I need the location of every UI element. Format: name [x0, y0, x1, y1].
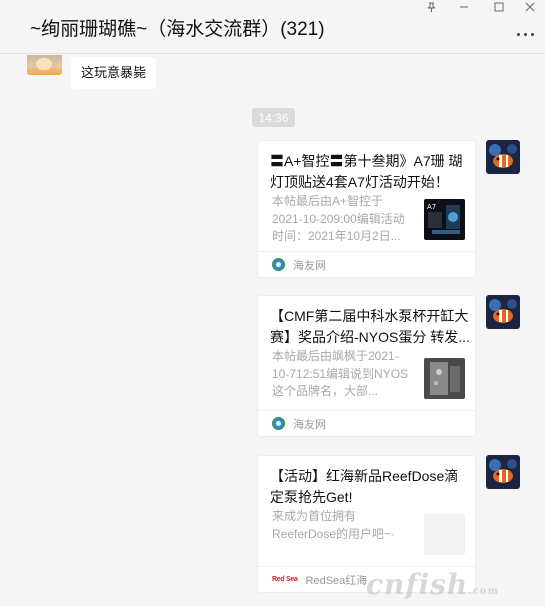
self-avatar[interactable] — [486, 140, 520, 174]
sender-avatar[interactable] — [27, 55, 62, 75]
link-card[interactable]: 〓A+智控〓第十叁期》A7珊 瑚灯顶贴送4套A7灯活动开始！ 本帖最后由A+智控… — [257, 140, 476, 278]
card-title: 【CMF第二届中科水泵杯开缸大赛】奖品介绍-NYOS蛋分 转发... — [270, 308, 470, 345]
pin-icon[interactable] — [416, 0, 446, 14]
redsea-logo-icon: Red Sea — [272, 576, 298, 583]
message-bubble[interactable]: 这玩意暴毙 — [71, 57, 157, 89]
haiyouwang-logo-icon — [272, 417, 285, 430]
more-options-icon[interactable] — [513, 24, 537, 44]
card-source: 海友网 — [258, 410, 475, 436]
haiyouwang-logo-icon — [272, 258, 285, 271]
source-name: RedSea红海 — [305, 574, 368, 587]
source-name: 海友网 — [293, 418, 326, 431]
self-avatar[interactable] — [486, 455, 520, 489]
card-description: 本帖最后由A+智控于2021-10-209:00编辑活动时间：2021年10月2… — [272, 194, 405, 243]
maximize-icon[interactable] — [484, 0, 514, 14]
card-title: 【活动】红海新品ReefDose滴定泵抢先Get! — [270, 468, 459, 505]
watermark: cnfish.com — [366, 568, 500, 601]
chat-messages[interactable]: 这玩意暴毙 14:36 〓A+智控〓第十叁期》A7珊 瑚灯顶贴送4套A7灯活动开… — [0, 55, 545, 606]
minimize-icon[interactable] — [449, 0, 479, 14]
card-source: 海友网 — [258, 251, 475, 277]
card-thumbnail — [424, 514, 465, 555]
card-description: 本帖最后由飒枫于2021-10-712:51编辑说到NYOS这个品牌名，大部..… — [272, 349, 409, 398]
chat-title: ~绚丽珊瑚礁~（海水交流群）(321) — [30, 19, 325, 40]
link-card[interactable]: 【CMF第二届中科水泵杯开缸大赛】奖品介绍-NYOS蛋分 转发... 本帖最后由… — [257, 295, 476, 437]
card-title: 〓A+智控〓第十叁期》A7珊 瑚灯顶贴送4套A7灯活动开始！ — [270, 153, 463, 190]
card-description: 来成为首位拥有ReeferDose的用户吧~· — [272, 509, 396, 541]
card-thumbnail — [424, 358, 465, 399]
source-name: 海友网 — [293, 259, 326, 272]
self-avatar[interactable] — [486, 295, 520, 329]
message-timestamp: 14:36 — [252, 108, 295, 127]
thumb-text: A7 — [427, 203, 436, 211]
card-thumbnail: A7 — [424, 199, 465, 240]
title-bar: ~绚丽珊瑚礁~（海水交流群）(321) — [0, 0, 545, 54]
close-icon[interactable] — [515, 0, 545, 14]
